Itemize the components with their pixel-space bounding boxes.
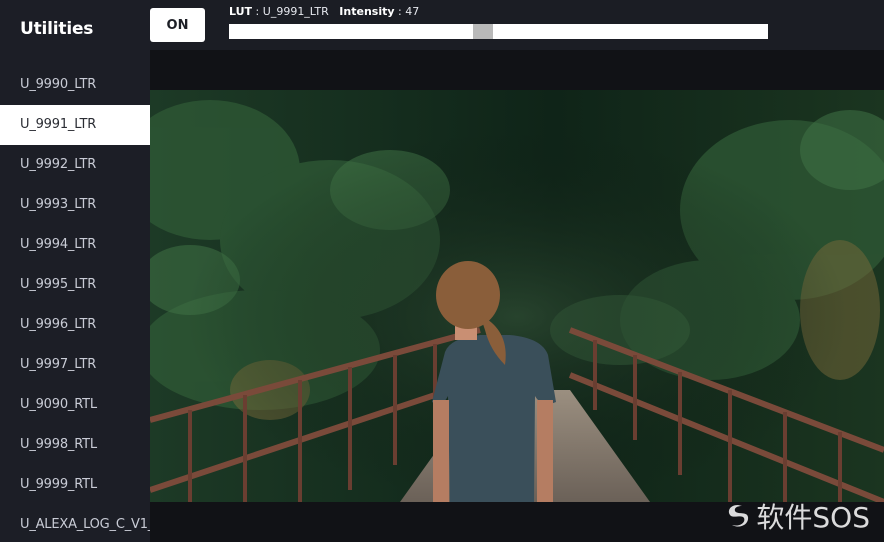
image-viewer: 软件SOS	[150, 50, 884, 542]
lut-item[interactable]: U_9992_LTR	[0, 145, 150, 185]
lut-item[interactable]: U_9991_LTR	[0, 105, 150, 145]
intensity-key-label: Intensity	[339, 5, 395, 18]
toolbar: ON LUT : U_9991_LTR Intensity : 47	[150, 0, 884, 50]
lut-item[interactable]: U_9994_LTR	[0, 225, 150, 265]
lut-item[interactable]: U_9990_LTR	[0, 65, 150, 105]
lut-item[interactable]: U_9995_LTR	[0, 265, 150, 305]
lut-item[interactable]: U_9998_RTL	[0, 425, 150, 465]
watermark-text: 软件SOS	[756, 501, 870, 534]
lut-item[interactable]: U_9996_LTR	[0, 305, 150, 345]
lut-key-label: LUT	[229, 5, 253, 18]
lut-sidebar: Utilities U_9990_LTR U_9991_LTR U_9992_LTR…	[0, 0, 150, 542]
intensity-slider-thumb[interactable]	[473, 24, 493, 39]
watermark: 软件SOS	[724, 496, 870, 536]
lut-item[interactable]: U_9993_LTR	[0, 185, 150, 225]
sidebar-title: Utilities	[20, 19, 94, 39]
swirl-logo-icon	[729, 505, 749, 527]
lut-item[interactable]: U_9997_LTR	[0, 345, 150, 385]
lut-item[interactable]: U_ALEXA_LOG_C_V1_	[0, 505, 150, 542]
preview-photo	[150, 90, 884, 502]
lut-list: U_9990_LTR U_9991_LTR U_9992_LTR U_9993_LTR…	[0, 65, 150, 542]
lut-item[interactable]: U_9999_RTL	[0, 465, 150, 505]
intensity-slider[interactable]	[229, 24, 768, 39]
intensity-value: 47	[405, 5, 420, 18]
lut-item[interactable]: U_9090_RTL	[0, 385, 150, 425]
on-toggle-button[interactable]: ON	[150, 8, 205, 42]
lut-value: U_9991_LTR	[262, 5, 329, 18]
lut-status: LUT : U_9991_LTR Intensity : 47	[229, 5, 420, 18]
